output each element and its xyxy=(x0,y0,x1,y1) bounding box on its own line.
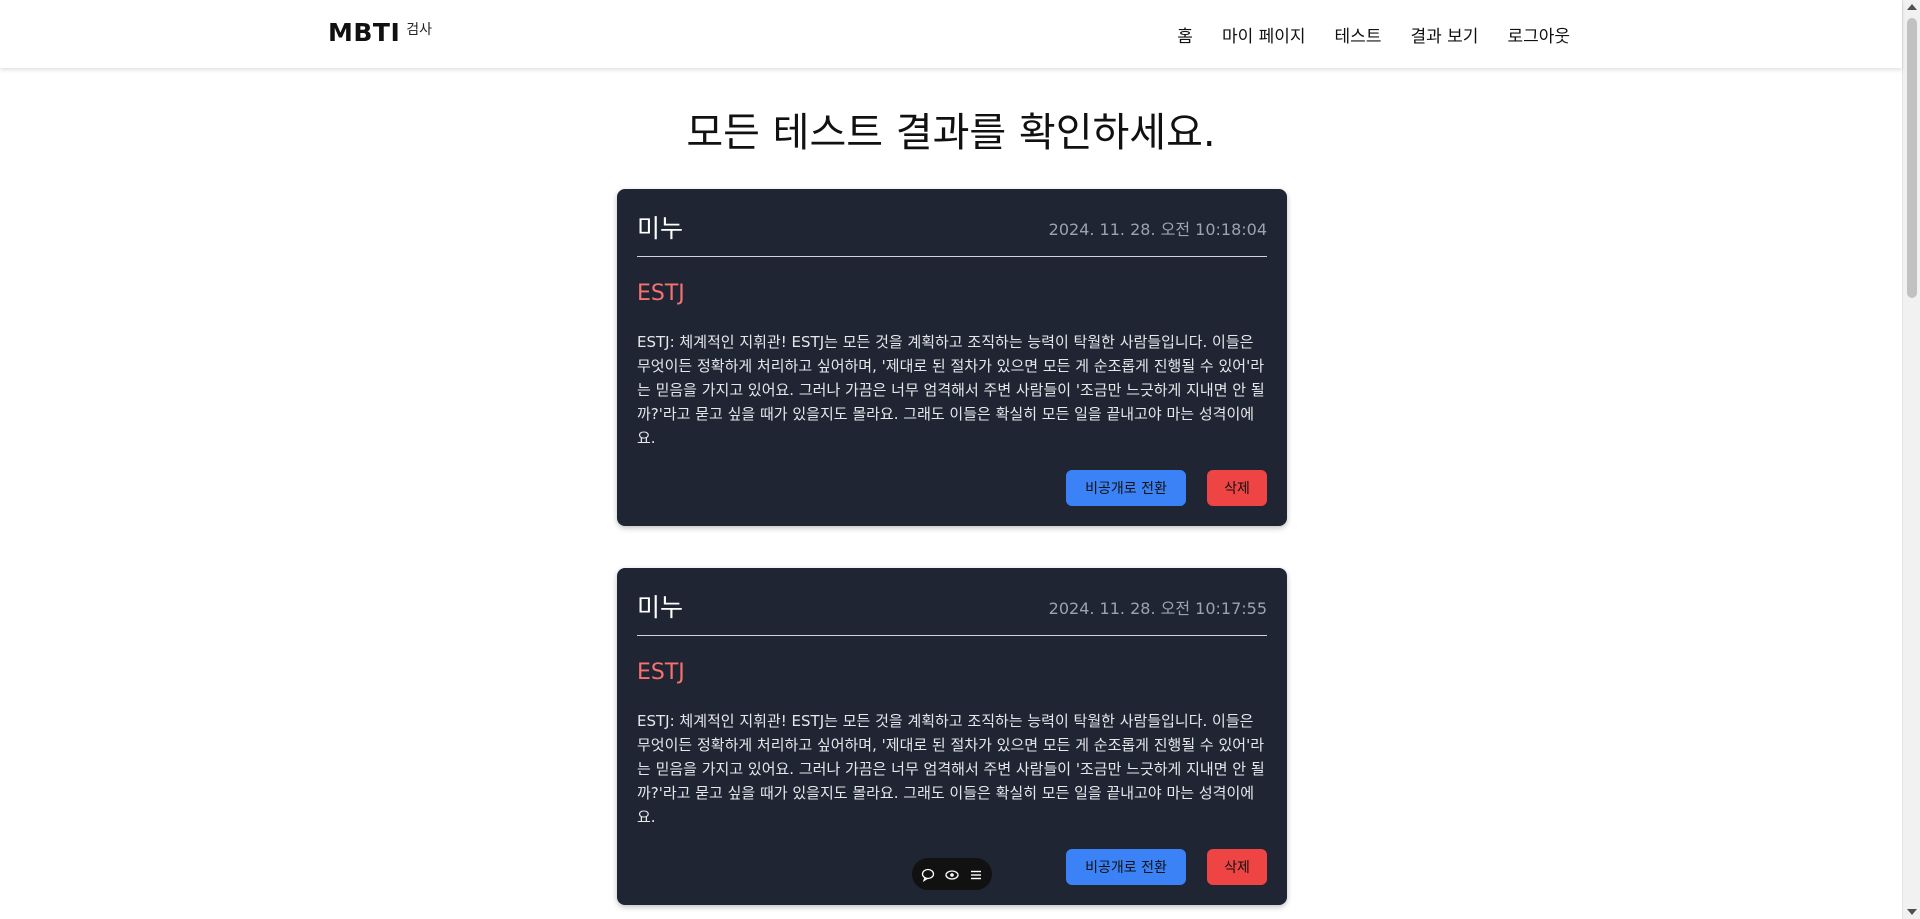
page-title: 모든 테스트 결과를 확인하세요. xyxy=(686,110,1216,156)
card-username: 미누 xyxy=(637,593,684,622)
menu-icon-svg xyxy=(971,870,981,880)
comment-icon-svg xyxy=(921,868,935,883)
viewport: MBTI 검사 홈 마이 페이지 테스트 결과 보기 로그아웃 모든 테스트 결… xyxy=(0,0,1920,919)
menu-icon[interactable] xyxy=(969,867,983,881)
nav-home[interactable]: 홈 xyxy=(1177,22,1193,47)
make-private-button[interactable]: 비공개로 전환 xyxy=(1066,849,1186,885)
result-card: 미누 2024. 11. 28. 오전 10:18:04 ESTJ ESTJ: … xyxy=(617,189,1287,526)
card-description: ESTJ: 체계적인 지휘관! ESTJ는 모든 것을 계획하고 조직하는 능력… xyxy=(637,712,1265,826)
floating-toolbar xyxy=(912,858,992,890)
card-date: 2024. 11. 28. 오전 10:17:55 xyxy=(1048,599,1267,618)
make-private-button[interactable]: 비공개로 전환 xyxy=(1066,470,1186,506)
card-username: 미누 xyxy=(637,214,684,243)
eye-icon[interactable] xyxy=(945,867,959,881)
delete-button[interactable]: 삭제 xyxy=(1207,849,1267,885)
card-header: 미누 2024. 11. 28. 오전 10:17:55 xyxy=(637,588,1267,636)
eye-icon-svg xyxy=(945,870,959,880)
card-header: 미누 2024. 11. 28. 오전 10:18:04 xyxy=(637,209,1267,257)
result-card: 미누 2024. 11. 28. 오전 10:17:55 ESTJ ESTJ: … xyxy=(617,568,1287,905)
card-mbti-type: ESTJ xyxy=(637,281,685,306)
nav-test[interactable]: 테스트 xyxy=(1335,22,1382,47)
brand-title: MBTI xyxy=(328,18,401,47)
main-nav: 홈 마이 페이지 테스트 결과 보기 로그아웃 xyxy=(1177,22,1570,47)
scroll-down-arrow-icon[interactable] xyxy=(1907,909,1917,915)
card-mbti-type: ESTJ xyxy=(637,660,685,685)
brand-subtitle: 검사 xyxy=(406,22,433,38)
top-navbar: MBTI 검사 홈 마이 페이지 테스트 결과 보기 로그아웃 xyxy=(0,0,1902,68)
nav-logout[interactable]: 로그아웃 xyxy=(1507,22,1570,47)
nav-results[interactable]: 결과 보기 xyxy=(1410,22,1478,47)
delete-button[interactable]: 삭제 xyxy=(1207,470,1267,506)
comment-icon[interactable] xyxy=(921,867,935,883)
nav-my-page[interactable]: 마이 페이지 xyxy=(1222,22,1306,47)
brand-logo[interactable]: MBTI 검사 xyxy=(328,18,432,47)
scroll-up-arrow-icon[interactable] xyxy=(1907,4,1917,10)
vertical-scrollbar[interactable] xyxy=(1902,0,1920,919)
scrollbar-thumb[interactable] xyxy=(1907,18,1917,298)
card-description: ESTJ: 체계적인 지휘관! ESTJ는 모든 것을 계획하고 조직하는 능력… xyxy=(637,333,1265,447)
card-date: 2024. 11. 28. 오전 10:18:04 xyxy=(1048,220,1267,239)
